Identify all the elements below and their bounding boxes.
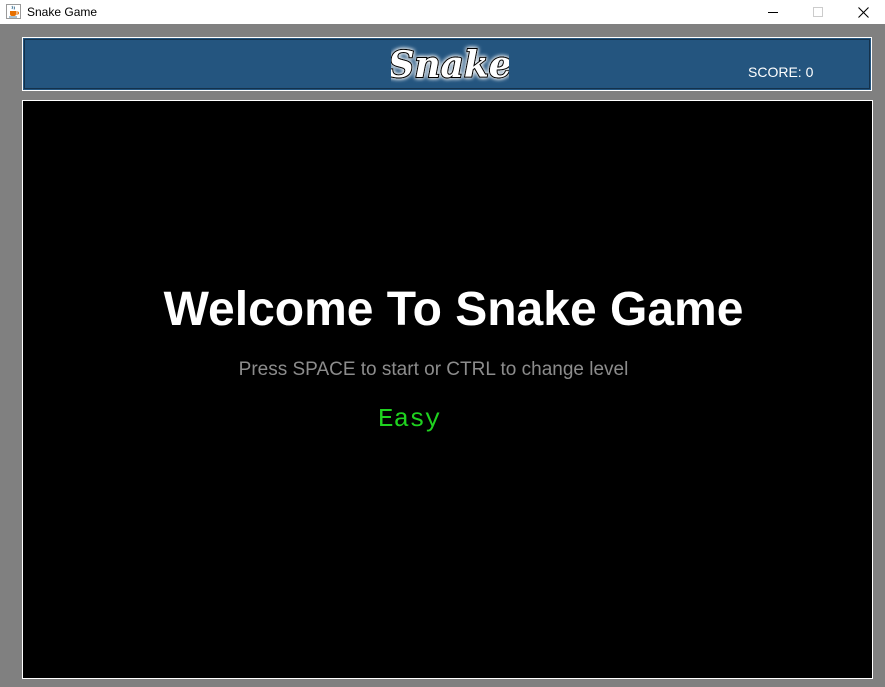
minimize-icon	[768, 12, 778, 13]
logo-text: Snake	[391, 44, 509, 86]
snake-logo: Snake	[391, 43, 509, 87]
maximize-icon	[813, 7, 823, 17]
difficulty-level: Easy	[378, 404, 441, 434]
close-button[interactable]	[840, 0, 885, 24]
window-title: Snake Game	[27, 5, 98, 19]
game-board[interactable]: Welcome To Snake Game Press SPACE to sta…	[22, 100, 873, 679]
maximize-button[interactable]	[795, 0, 841, 24]
score-label: SCORE: 0	[748, 64, 814, 80]
header-panel: Snake SCORE: 0	[22, 37, 872, 91]
welcome-title: Welcome To Snake Game	[163, 283, 744, 336]
minimize-button[interactable]	[750, 0, 796, 24]
title-bar[interactable]: Snake Game	[0, 0, 885, 24]
app-window: Snake Game Snake SCORE: 0 Welcome To Sna…	[0, 0, 885, 687]
instructions-text: Press SPACE to start or CTRL to change l…	[238, 359, 629, 380]
close-icon	[857, 6, 869, 18]
java-cup-icon	[6, 4, 21, 19]
